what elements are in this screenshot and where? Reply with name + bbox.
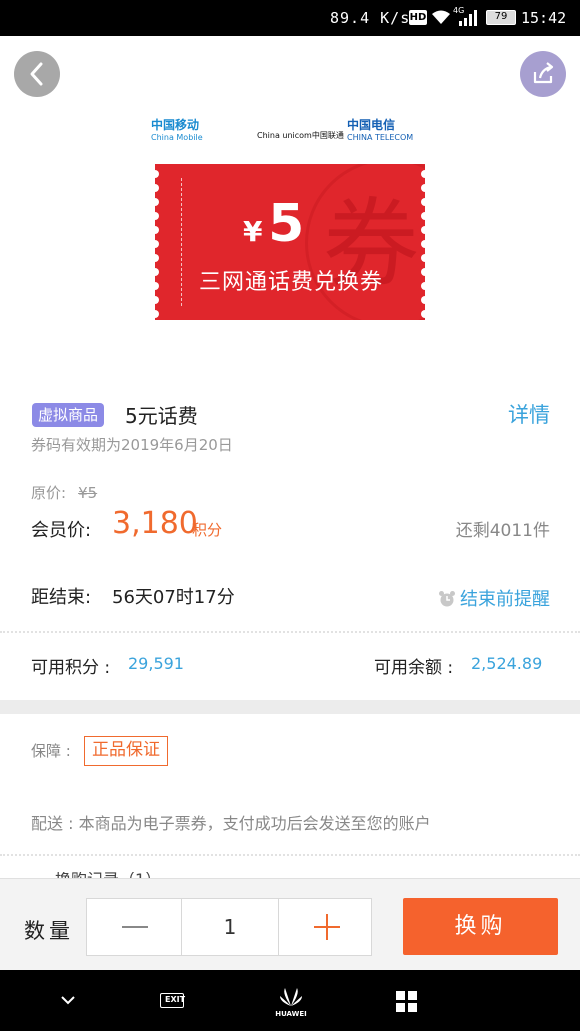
delivery-text: 配送 : 本商品为电子票券，支付成功后会发送至您的账户 <box>31 814 431 833</box>
quantity-input[interactable]: 1 <box>182 899 278 955</box>
china-telecom-logo: 中国电信 CHINA TELECOM <box>347 118 414 142</box>
member-price: 3,180 <box>112 506 198 541</box>
carrier-logos: 中国移动 China Mobile China unicom中国联通 中国电信 … <box>151 116 441 152</box>
ticket-notch <box>421 198 425 206</box>
ticket-notch <box>155 268 159 276</box>
net-speed: 89.4 K/s <box>330 9 411 27</box>
ticket-notch <box>155 226 159 234</box>
stock-remaining: 还剩4011件 <box>455 521 550 541</box>
original-price: 原价: ¥5 <box>31 484 98 502</box>
huawei-logo-icon[interactable] <box>278 984 304 1008</box>
quantity-label: 数量 <box>24 919 74 943</box>
ticket-notch <box>155 282 159 290</box>
details-link[interactable]: 详情 <box>508 399 550 429</box>
virtual-goods-tag: 虚拟商品 <box>32 403 105 427</box>
product-info: 虚拟商品 5元话费 详情 券码有效期为2019年6月20日 原价: ¥5 会员价:… <box>0 376 580 700</box>
share-icon <box>533 62 554 84</box>
china-mobile-logo: 中国移动 China Mobile <box>151 118 203 142</box>
member-price-unit: 积分 <box>192 521 223 539</box>
ticket-notch <box>155 212 159 220</box>
status-bar: 89.4 K/s HD 4G 79 15:42 <box>0 0 580 36</box>
ticket-notch <box>421 296 425 304</box>
countdown-value: 56天07时17分 <box>112 587 235 608</box>
ticket-notch <box>421 184 425 192</box>
section-divider <box>0 700 580 714</box>
hd-icon: HD <box>409 10 427 25</box>
increase-button[interactable] <box>278 899 371 955</box>
china-unicom-logo: China unicom中国联通 <box>257 131 344 140</box>
product-name: 5元话费 <box>125 404 198 428</box>
back-button[interactable] <box>14 51 60 97</box>
ticket-notch <box>421 268 425 276</box>
guarantee-badge: 正品保证 <box>84 736 168 766</box>
ticket-notch <box>155 170 159 178</box>
battery-icon: 79 <box>486 10 516 25</box>
action-bar: 数量 1 换购 <box>0 878 580 970</box>
share-button[interactable] <box>520 51 566 97</box>
divider <box>0 631 580 633</box>
guarantee-label: 保障 : <box>31 742 71 760</box>
chevron-left-icon <box>30 62 43 86</box>
brand-label: HUAWEI <box>275 1010 307 1018</box>
divider <box>0 854 580 856</box>
countdown-label: 距结束: <box>31 587 92 608</box>
member-price-label: 会员价: <box>31 520 92 541</box>
alarm-clock-icon <box>439 591 455 607</box>
system-nav-bar: EXIT HUAWEI <box>0 970 580 1031</box>
decrease-button[interactable] <box>87 899 182 955</box>
ticket-notch <box>421 170 425 178</box>
ticket-notch <box>421 226 425 234</box>
balance-label: 可用余额 : <box>374 658 454 678</box>
wifi-icon <box>432 10 450 24</box>
points-label: 可用积分 : <box>31 658 111 678</box>
product-hero: 中国移动 China Mobile China unicom中国联通 中国电信 … <box>0 36 580 376</box>
exchange-button[interactable]: 换购 <box>403 898 558 955</box>
clock: 15:42 <box>521 9 567 27</box>
chevron-down-icon[interactable] <box>60 994 76 1006</box>
points-value: 29,591 <box>128 654 184 673</box>
signal-icon <box>459 10 477 26</box>
service-info: 保障 : 正品保证 配送 : 本商品为电子票券，支付成功后会发送至您的账户 换购… <box>0 714 580 882</box>
ticket-notch <box>155 296 159 304</box>
ticket-notch <box>155 254 159 262</box>
voucher-amount: ¥ 5 <box>243 194 305 254</box>
ticket-notch <box>421 212 425 220</box>
ticket-notch <box>421 254 425 262</box>
exit-button[interactable]: EXIT <box>160 993 185 1008</box>
ticket-notch <box>155 198 159 206</box>
ticket-notch <box>421 310 425 318</box>
ticket-notch <box>421 240 425 248</box>
grid-icon[interactable] <box>396 991 418 1013</box>
balance-value: 2,524.89 <box>471 654 543 673</box>
ticket-notch <box>155 184 159 192</box>
ticket-notch <box>155 310 159 318</box>
ticket-notch <box>155 240 159 248</box>
product-image: 中国移动 China Mobile China unicom中国联通 中国电信 … <box>137 54 447 364</box>
quantity-stepper: 1 <box>86 898 372 956</box>
remind-button[interactable]: 结束前提醒 <box>438 585 550 611</box>
ticket-notch <box>421 282 425 290</box>
voucher-title: 三网通话费兑换券 <box>199 270 384 295</box>
validity-text: 券码有效期为2019年6月20日 <box>31 436 233 454</box>
voucher-ticket: 券 ¥ 5 三网通话费兑换券 <box>155 164 425 320</box>
